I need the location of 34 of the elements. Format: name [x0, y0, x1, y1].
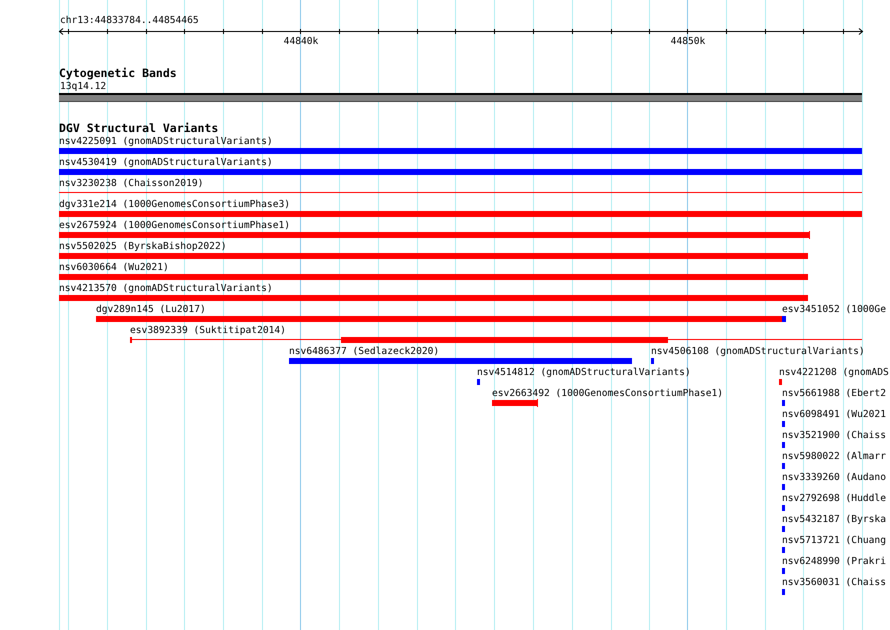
variant-label: nsv4514812 (gnomADStructuralVariants) — [477, 366, 691, 379]
variant-label: nsv3521900 (Chaiss — [782, 429, 886, 442]
variant-label: nsv4530419 (gnomADStructuralVariants) — [59, 156, 273, 169]
tick-label: 44840k — [284, 36, 318, 48]
variant-label: nsv5980022 (Almarr — [782, 450, 886, 463]
variant-label: nsv5502025 (ByrskaBishop2022) — [59, 240, 227, 253]
variant-label: nsv3339260 (Audano — [782, 471, 886, 484]
variant-label: nsv6098491 (Wu2021 — [782, 408, 886, 421]
variant-label: esv3892339 (Suktitipat2014) — [130, 324, 286, 337]
variant-label: esv3451052 (1000Ge — [782, 303, 886, 316]
variant-label: dgv289n145 (Lu2017) — [96, 303, 206, 316]
variant-label: nsv4213570 (gnomADStructuralVariants) — [59, 282, 273, 295]
variant-label: nsv6030664 (Wu2021) — [59, 261, 169, 274]
variant-label: nsv2792698 (Huddle — [782, 492, 886, 505]
variant-label: nsv5661988 (Ebert2 — [782, 387, 886, 400]
variant-label: nsv4506108 (gnomADStructuralVariants) — [651, 345, 865, 358]
variant-label: nsv5432187 (Byrska — [782, 513, 886, 526]
variant-label: nsv6486377 (Sedlazeck2020) — [289, 345, 440, 358]
variant-label: dgv331e214 (1000GenomesConsortiumPhase3) — [59, 198, 290, 211]
variant-line[interactable] — [59, 192, 862, 193]
variant-bar[interactable] — [130, 337, 862, 343]
track-title: Cytogenetic Bands — [59, 67, 178, 80]
variant-label: nsv5713721 (Chuang — [782, 534, 886, 547]
band-label: 13q14.12 — [59, 80, 108, 93]
variant-label: nsv4221208 (gnomADS — [779, 366, 889, 379]
tick-label: 44850k — [670, 36, 706, 48]
variant-label: nsv3230238 (Chaisson2019) — [59, 177, 204, 190]
track-title: DGV Structural Variants — [59, 122, 220, 135]
variant-label: nsv3560031 (Chaiss — [782, 576, 886, 589]
variant-label: esv2663492 (1000GenomesConsortiumPhase1) — [492, 387, 724, 400]
location-label: chr13:44833784..44854465 — [59, 14, 200, 27]
variant-label: nsv4225091 (gnomADStructuralVariants) — [59, 135, 273, 148]
variant-label: nsv6248990 (Prakri — [782, 555, 886, 568]
variant-label: esv2675924 (1000GenomesConsortiumPhase1) — [59, 219, 290, 232]
